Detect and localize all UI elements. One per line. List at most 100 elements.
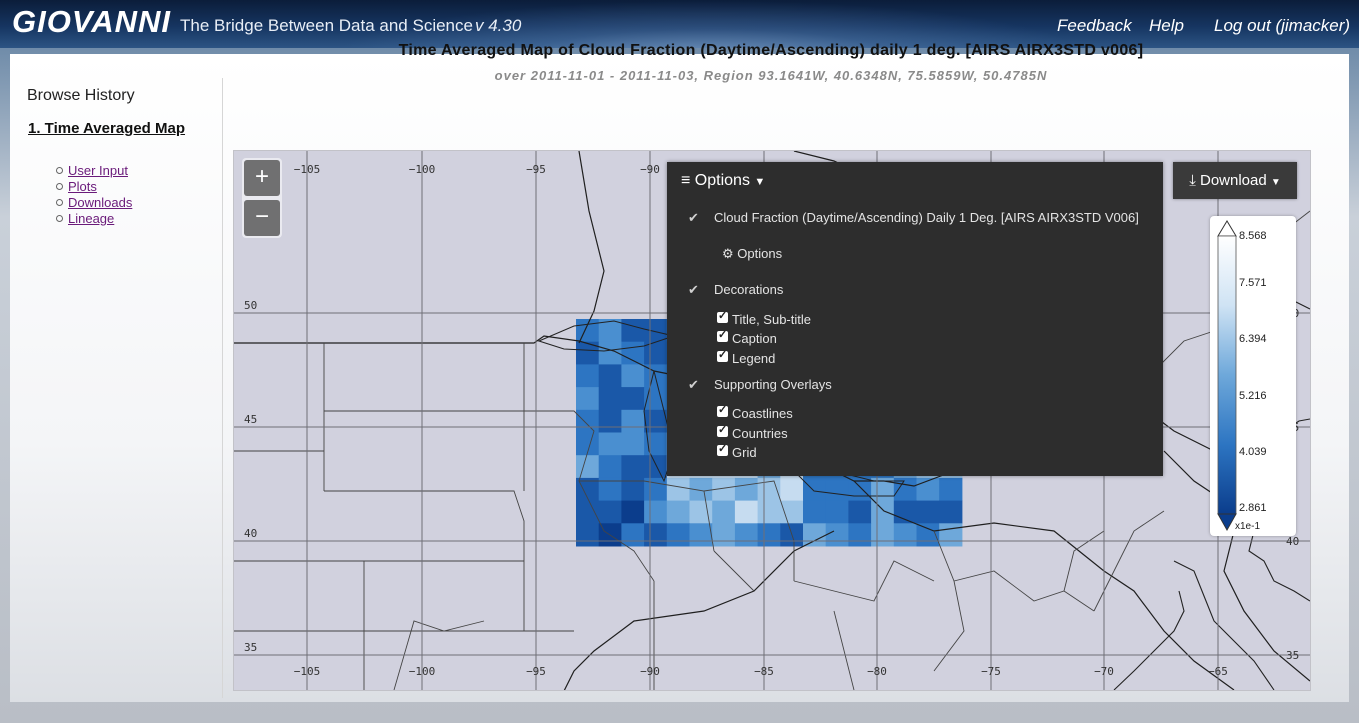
lon-label: −80 [867,665,887,678]
grid-checkbox[interactable] [717,442,728,456]
lon-label: −95 [526,163,546,176]
coastlines-checkbox[interactable] [717,403,728,417]
caret-down-icon: ▼ [1270,177,1281,188]
sidebar-item-time-averaged-map[interactable]: 1. Time Averaged Map [28,120,185,137]
raster-cell [666,500,690,524]
checkmark-icon: ✔ [688,210,699,225]
plot-title: Time Averaged Map of Cloud Fraction (Day… [398,42,1144,59]
legend-value: 6.394 [1239,333,1267,345]
zoom-in-button[interactable]: + [244,160,280,196]
sidebar-item-downloads[interactable]: Downloads [68,195,132,210]
raster-cell [621,432,645,456]
grid-label[interactable]: Grid [732,445,757,460]
raster-cell [689,523,713,547]
checkmark-icon: ✔ [688,282,699,297]
raster-cell [598,455,622,479]
raster-cell [734,523,759,547]
raster-cell [803,477,827,502]
raster-cell [621,523,645,547]
raster-cell [871,500,895,524]
raster-cell [644,409,668,433]
bullet-icon [56,183,63,190]
raster-cell [644,455,668,479]
raster-cell [666,477,690,502]
raster-cell [939,523,963,547]
app-header: GIOVANNI The Bridge Between Data and Sci… [0,0,1359,48]
legend-value: 8.568 [1239,230,1267,242]
raster-cell [576,409,600,433]
countries-label[interactable]: Countries [732,426,788,441]
title-subtitle-checkbox[interactable] [717,309,728,323]
bullet-icon [56,167,63,174]
legend-min-arrow [1217,513,1237,532]
legend-value: 7.571 [1239,277,1267,289]
legend-checkbox[interactable] [717,348,728,362]
raster-cell [576,364,600,388]
lon-label: −65 [1208,665,1228,678]
raster-cell [734,500,759,524]
options-panel: ≡ Options ▼ ✔ Cloud Fraction (Daytime/As… [667,162,1163,476]
legend-label[interactable]: Legend [732,351,775,366]
raster-cell [848,500,872,524]
sidebar-item-plots[interactable]: Plots [68,179,97,194]
layer-options-label: Options [737,246,783,261]
legend-gradient [1217,235,1237,515]
download-icon: ⤓ [1189,172,1196,189]
help-link[interactable]: Help [1149,16,1184,36]
raster-cell [621,500,645,524]
options-menu-toggle[interactable]: ≡ Options ▼ [681,172,765,190]
raster-cell [825,523,849,547]
title-subtitle-label[interactable]: Title, Sub-title [732,312,811,327]
raster-cell [757,500,781,524]
raster-cell [803,523,827,547]
sidebar-item-user-input[interactable]: User Input [68,163,128,178]
layer-name[interactable]: Cloud Fraction (Daytime/Ascending) Daily… [714,210,1139,225]
coastlines-label[interactable]: Coastlines [732,406,793,421]
logout-link[interactable]: Log out (jimacker) [1214,16,1350,36]
legend-value: 4.039 [1239,446,1267,458]
caption-checkbox[interactable] [717,328,728,342]
raster-cell [598,364,622,388]
raster-cell [916,477,940,502]
gear-icon: ⚙ [722,246,734,261]
raster-cell [598,500,622,524]
raster-cell [621,455,645,479]
raster-cell [871,523,895,547]
raster-cell [893,500,917,524]
zoom-out-button[interactable]: − [244,200,280,236]
caret-down-icon: ▼ [754,176,766,188]
hamburger-icon: ≡ [681,172,691,189]
lat-label: 50 [244,299,257,312]
plot-subtitle: over 2011-11-01 - 2011-11-03, Region 93.… [494,68,1048,83]
raster-cell [666,523,690,547]
raster-cell [644,523,668,547]
lon-label: −70 [1094,665,1114,678]
sidebar-divider [222,78,223,698]
caption-label[interactable]: Caption [732,331,777,346]
legend-max-arrow [1217,220,1237,237]
raster-cell [780,500,804,524]
overlays-title: Supporting Overlays [714,377,832,392]
zoom-control: + − [242,158,282,238]
color-legend: 8.568 7.571 6.394 5.216 4.039 2.861 x1e-… [1210,216,1296,536]
raster-cell [780,477,804,502]
layer-options-button[interactable]: ⚙ Options [722,246,782,262]
legend-value: 2.861 [1239,502,1267,514]
lon-label: −105 [294,163,321,176]
countries-checkbox[interactable] [717,423,728,437]
raster-cell [893,523,917,547]
bullet-icon [56,199,63,206]
raster-cell [598,409,622,433]
raster-cell [734,477,759,502]
download-button[interactable]: ⤓ Download ▼ [1173,162,1297,199]
options-header-label: Options [694,172,750,189]
raster-cell [916,523,940,547]
feedback-link[interactable]: Feedback [1057,16,1132,36]
raster-cell [825,477,849,502]
raster-cell [644,500,668,524]
raster-cell [939,477,963,502]
sidebar-item-lineage[interactable]: Lineage [68,211,114,226]
app-logo[interactable]: GIOVANNI [12,4,171,40]
checkmark-icon: ✔ [688,377,699,392]
lon-label: −100 [409,163,436,176]
